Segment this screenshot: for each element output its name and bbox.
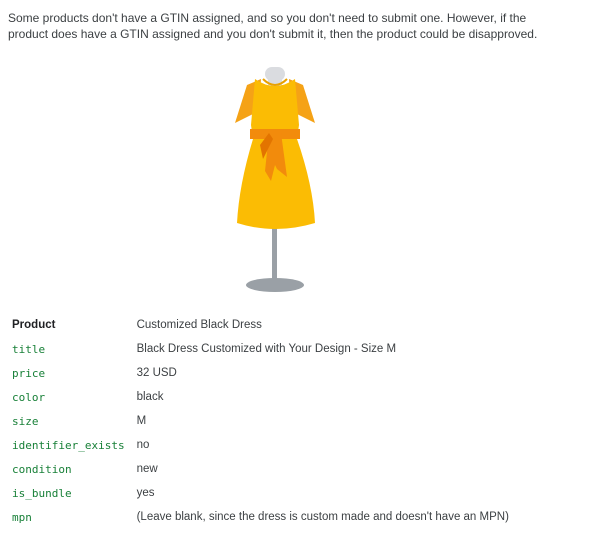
- dress-on-mannequin-icon: [235, 67, 315, 292]
- intro-paragraph: Some products don't have a GTIN assigned…: [8, 10, 598, 42]
- table-row: mpn (Leave blank, since the dress is cus…: [6, 505, 515, 529]
- attribute-key: title: [12, 342, 46, 356]
- table-row: condition new: [6, 457, 515, 481]
- table-row: color black: [6, 385, 515, 409]
- attribute-value: yes: [136, 487, 155, 499]
- attribute-value: new: [136, 463, 158, 475]
- attribute-value: no: [136, 439, 150, 451]
- attribute-key: condition: [12, 462, 72, 476]
- attribute-value: 32 USD: [136, 367, 177, 379]
- table-row: title Black Dress Customized with Your D…: [6, 337, 515, 361]
- table-row: is_bundle yes: [6, 481, 515, 505]
- table-row: size M: [6, 409, 515, 433]
- attribute-key: identifier_exists: [12, 438, 125, 452]
- table-row: identifier_exists no: [6, 433, 515, 457]
- attribute-value: M: [136, 415, 147, 427]
- table-header-row: Product Customized Black Dress: [6, 313, 515, 337]
- header-key: Product: [12, 319, 56, 331]
- table-row: price 32 USD: [6, 361, 515, 385]
- attribute-key: is_bundle: [12, 486, 72, 500]
- attribute-value: Black Dress Customized with Your Design …: [136, 343, 397, 355]
- intro-line-1: Some products don't have a GTIN assigned…: [8, 11, 527, 25]
- attribute-key: color: [12, 390, 46, 404]
- intro-line-2: product does have a GTIN assigned and yo…: [8, 27, 538, 41]
- attribute-value: (Leave blank, since the dress is custom …: [136, 511, 509, 523]
- dress-illustration: [225, 65, 325, 297]
- attribute-key: size: [12, 414, 39, 428]
- attribute-key: price: [12, 366, 46, 380]
- header-value: Customized Black Dress: [136, 319, 262, 331]
- attribute-value: black: [136, 391, 164, 403]
- product-attributes-table: Product Customized Black Dress title Bla…: [6, 313, 515, 529]
- attribute-key: mpn: [12, 510, 32, 524]
